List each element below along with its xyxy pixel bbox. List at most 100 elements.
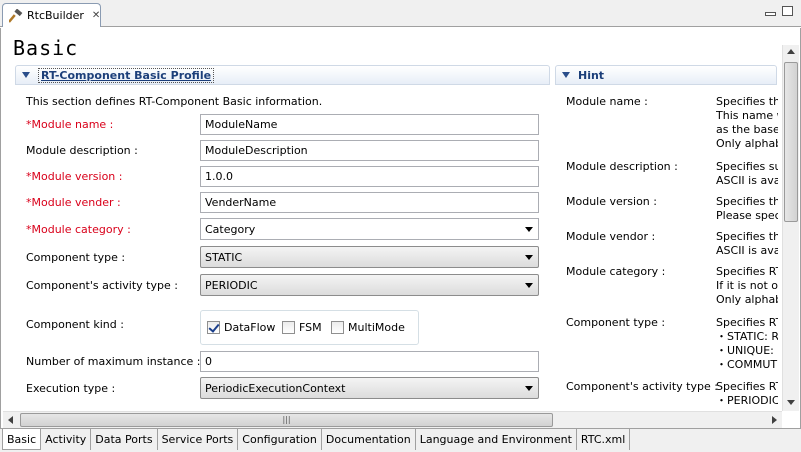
component-type-select[interactable]: STATIC <box>200 246 539 268</box>
tab-rtc-xml[interactable]: RTC.xml <box>577 429 631 450</box>
hint-line: Specifies the <box>716 95 778 108</box>
hint-line: If it is not o <box>716 279 778 292</box>
rtcbuilder-hammer-icon <box>8 8 23 23</box>
hint-text: Specifies su ASCII is avai <box>716 160 778 188</box>
hint-line: Specifies the <box>716 230 778 243</box>
hint-text: Specifies RT If it is not o Only alphab <box>716 265 778 307</box>
tab-basic[interactable]: Basic <box>2 429 42 450</box>
hint-line: Only alphab <box>716 293 778 306</box>
minimize-icon[interactable] <box>765 12 776 16</box>
tab-data-ports[interactable]: Data Ports <box>91 429 158 450</box>
dropdown-arrow-icon[interactable] <box>525 227 533 232</box>
module-version-input[interactable]: 1.0.0 <box>200 166 539 187</box>
dropdown-arrow-icon[interactable] <box>525 283 533 288</box>
tab-service-ports[interactable]: Service Ports <box>158 429 239 450</box>
hint-line: ・PERIODIC: <box>716 394 778 407</box>
hint-line: ASCII is avai <box>716 244 778 257</box>
hint-line: Specifies RT <box>716 265 778 278</box>
module-category-combo[interactable]: Category <box>200 218 539 240</box>
module-description-label: Module description : <box>26 144 138 157</box>
module-vender-label: *Module vender : <box>26 196 121 209</box>
scroll-right-arrow-icon[interactable] <box>772 416 777 424</box>
tab-documentation[interactable]: Documentation <box>322 429 416 450</box>
hint-section-header[interactable]: Hint <box>555 65 777 85</box>
multimode-label: MultiMode <box>348 321 405 334</box>
tab-configuration[interactable]: Configuration <box>238 429 322 450</box>
dropdown-arrow-icon[interactable] <box>525 255 533 260</box>
scroll-up-arrow-icon[interactable] <box>787 49 795 54</box>
hint-label: Component's activity type : <box>566 380 718 393</box>
component-kind-group: DataFlow FSM MultiMode <box>200 310 419 345</box>
hint-line: Specifies RT <box>716 316 778 329</box>
horizontal-scrollbar[interactable]: ||| <box>3 411 782 428</box>
hint-label: Module version : <box>566 195 657 208</box>
dataflow-checkbox[interactable]: DataFlow <box>207 321 275 334</box>
module-version-label: *Module version : <box>26 170 123 183</box>
hint-text: Specifies the ASCII is avai <box>716 230 778 258</box>
close-icon[interactable]: ✕ <box>92 10 100 21</box>
fsm-checkbox[interactable]: FSM <box>282 321 322 334</box>
collapse-triangle-icon[interactable] <box>22 72 30 78</box>
activity-type-value: PERIODIC <box>205 279 258 292</box>
module-vender-input[interactable]: VenderName <box>200 192 539 213</box>
dataflow-label: DataFlow <box>224 321 276 334</box>
editor-tab-title: RtcBuilder <box>27 9 84 22</box>
max-instance-input[interactable]: 0 <box>200 351 539 372</box>
vertical-scroll-thumb[interactable] <box>784 62 798 222</box>
hint-line: ・STATIC: R <box>716 330 778 343</box>
maximize-icon[interactable] <box>782 6 793 16</box>
module-category-label: *Module category : <box>26 223 131 236</box>
hint-line: Specifies su <box>716 160 778 173</box>
hint-line: Specifies RT <box>716 380 778 393</box>
scroll-left-arrow-icon[interactable] <box>8 416 13 424</box>
activity-type-select[interactable]: PERIODIC <box>200 274 539 296</box>
hint-section-title: Hint <box>578 68 605 82</box>
checkbox-checked-icon[interactable] <box>207 321 220 334</box>
editor-tab-bar: RtcBuilder ✕ <box>0 0 801 27</box>
scroll-down-arrow-icon[interactable] <box>787 400 795 405</box>
editor-area: Basic RT-Component Basic Profile This se… <box>0 28 801 428</box>
page-tabs: Basic Activity Data Ports Service Ports … <box>0 428 801 452</box>
component-kind-label: Component kind : <box>26 318 124 331</box>
component-type-value: STATIC <box>205 251 243 264</box>
editor-tab-rtcbuilder[interactable]: RtcBuilder ✕ <box>2 3 101 27</box>
hint-line: This name w <box>716 109 778 122</box>
hint-line: ASCII is avai <box>716 174 778 187</box>
vertical-scrollbar[interactable] <box>782 45 799 411</box>
hint-line: Only alphab <box>716 137 778 150</box>
hint-text: Specifies the Please speci <box>716 195 778 223</box>
fsm-label: FSM <box>299 321 322 334</box>
collapse-triangle-icon[interactable] <box>562 72 570 78</box>
horizontal-scroll-thumb[interactable]: ||| <box>20 413 553 427</box>
section-description: This section defines RT-Component Basic … <box>26 95 323 108</box>
basic-profile-section-header[interactable]: RT-Component Basic Profile <box>15 65 550 85</box>
module-name-input[interactable]: ModuleName <box>200 114 539 135</box>
hint-line: Please speci <box>716 209 778 222</box>
hint-line: ・UNIQUE: U <box>716 344 778 357</box>
hint-label: Component type : <box>566 316 666 329</box>
multimode-checkbox[interactable]: MultiMode <box>331 321 405 334</box>
hint-label: Module category : <box>566 265 666 278</box>
activity-type-label: Component's activity type : <box>26 279 178 292</box>
page-title: Basic <box>13 36 79 60</box>
module-category-value: Category <box>205 223 256 236</box>
hint-label: Module description : <box>566 160 678 173</box>
hint-label: Module vendor : <box>566 230 656 243</box>
execution-type-value: PeriodicExecutionContext <box>205 382 346 395</box>
basic-profile-section-title: RT-Component Basic Profile <box>38 67 215 83</box>
module-description-input[interactable]: ModuleDescription <box>200 140 539 161</box>
checkbox-unchecked-icon[interactable] <box>282 321 295 334</box>
execution-type-label: Execution type : <box>26 382 116 395</box>
tab-activity[interactable]: Activity <box>41 429 92 450</box>
component-type-label: Component type : <box>26 251 126 264</box>
max-instance-label: Number of maximum instance : <box>26 355 201 368</box>
checkbox-unchecked-icon[interactable] <box>331 321 344 334</box>
tab-language-and-environment[interactable]: Language and Environment <box>416 429 577 450</box>
hint-line: as the base i <box>716 123 778 136</box>
hint-label: Module name : <box>566 95 648 108</box>
module-name-label: *Module name : <box>26 118 114 131</box>
hint-text: Specifies the This name w as the base i … <box>716 95 778 151</box>
execution-type-select[interactable]: PeriodicExecutionContext <box>200 377 539 399</box>
hint-line: Specifies the <box>716 195 778 208</box>
dropdown-arrow-icon[interactable] <box>525 386 533 391</box>
